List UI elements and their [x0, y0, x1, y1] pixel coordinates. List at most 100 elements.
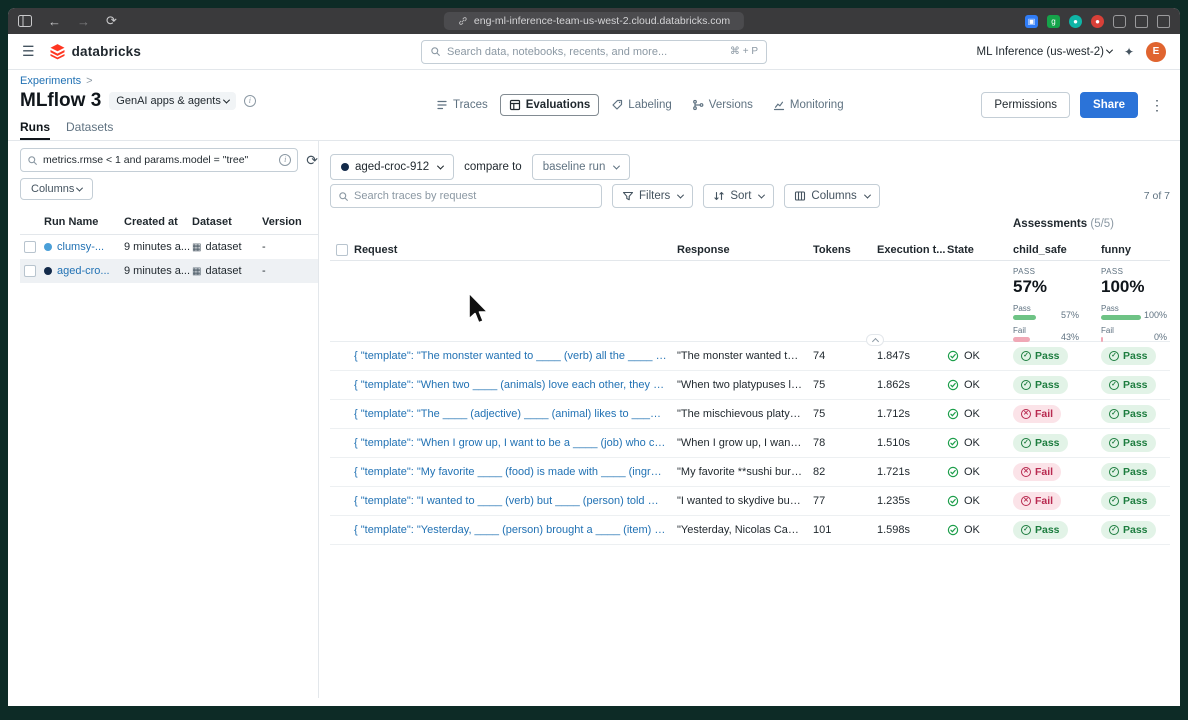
record-icon[interactable]: ●: [1091, 14, 1104, 28]
trace-controls-row: Filters Sort Columns 7 of 7: [330, 184, 1170, 208]
trace-row[interactable]: { "template": "Yesterday, ____ (person) …: [330, 516, 1170, 545]
runs-search-box[interactable]: i: [20, 148, 299, 172]
back-icon[interactable]: ←: [48, 14, 61, 29]
trace-request-link[interactable]: { "template": "I wanted to ____ (verb) b…: [354, 495, 677, 507]
kebab-menu-icon[interactable]: ⋮: [1148, 97, 1166, 114]
sort-button[interactable]: Sort: [703, 184, 775, 208]
run-dataset[interactable]: dataset: [205, 241, 241, 253]
tab-versions[interactable]: Versions: [684, 95, 761, 115]
baseline-run-selector[interactable]: baseline run: [531, 154, 631, 180]
ok-check-icon: [947, 379, 959, 391]
trace-row[interactable]: { "template": "The ____ (adjective) ____…: [330, 400, 1170, 429]
col-created-at[interactable]: Created at: [124, 216, 192, 228]
refresh-runs-icon[interactable]: ⟳: [306, 152, 318, 169]
trace-request-link[interactable]: { "template": "When two ____ (animals) l…: [354, 379, 677, 391]
trace-row[interactable]: { "template": "I wanted to ____ (verb) b…: [330, 487, 1170, 516]
breadcrumb-separator: >: [86, 75, 93, 87]
columns-button[interactable]: Columns: [784, 184, 880, 208]
trace-request-link[interactable]: { "template": "My favorite ____ (food) i…: [354, 466, 677, 478]
run-compare-row: aged-croc-912 compare to baseline run: [330, 154, 1170, 180]
badge-icon: ✓: [1021, 438, 1031, 448]
hamburger-menu-icon[interactable]: ☰: [22, 43, 35, 60]
panel-icon[interactable]: [1135, 14, 1148, 28]
col-funny[interactable]: funny: [1101, 244, 1170, 256]
breadcrumb[interactable]: Experiments >: [20, 75, 93, 87]
trace-request-link[interactable]: { "template": "Yesterday, ____ (person) …: [354, 524, 677, 536]
trace-request-link[interactable]: { "template": "The ____ (adjective) ____…: [354, 408, 677, 420]
trace-tokens: 82: [813, 466, 826, 478]
search-info-icon[interactable]: i: [279, 154, 292, 166]
breadcrumb-experiments-link[interactable]: Experiments: [20, 75, 81, 87]
trace-row[interactable]: { "template": "When I grow up, I want to…: [330, 429, 1170, 458]
runs-search-input[interactable]: [43, 154, 275, 166]
child-safe-badge: ✓ Pass: [1013, 434, 1068, 452]
runs-columns-button[interactable]: Columns: [20, 178, 94, 200]
trace-row[interactable]: { "template": "The monster wanted to ___…: [330, 342, 1170, 371]
run-dataset[interactable]: dataset: [205, 265, 241, 277]
extension-blue-icon[interactable]: ▣: [1025, 14, 1038, 28]
share-button[interactable]: Share: [1080, 92, 1138, 118]
trace-search-box[interactable]: [330, 184, 602, 208]
col-child-safe[interactable]: child_safe: [1013, 244, 1101, 256]
run-name-link[interactable]: clumsy-...: [57, 241, 104, 253]
assistant-sparkle-icon[interactable]: ✦: [1124, 45, 1134, 59]
global-search[interactable]: Search data, notebooks, recents, and mor…: [421, 39, 767, 64]
view-tabs: Traces Evaluations Labeling Versions Mon…: [428, 94, 852, 116]
badge-icon: ✓: [1109, 351, 1119, 361]
col-state[interactable]: State: [947, 244, 1013, 256]
trace-row[interactable]: { "template": "When two ____ (animals) l…: [330, 371, 1170, 400]
reload-icon[interactable]: ⟳: [106, 13, 117, 29]
avatar[interactable]: E: [1146, 41, 1166, 62]
run-version: -: [262, 241, 266, 253]
left-panel-tabs: Runs Datasets: [20, 120, 113, 140]
permissions-button[interactable]: Permissions: [981, 92, 1071, 118]
trace-response: "I wanted to skydive but my...: [677, 495, 813, 507]
trace-request-link[interactable]: { "template": "When I grow up, I want to…: [354, 437, 677, 449]
tab-labeling[interactable]: Labeling: [603, 95, 679, 115]
tab-traces[interactable]: Traces: [428, 95, 496, 115]
filters-button[interactable]: Filters: [612, 184, 694, 208]
funny-badge: ✓ Pass: [1101, 434, 1156, 452]
col-tokens[interactable]: Tokens: [813, 244, 877, 256]
run-dot: [44, 243, 52, 251]
child-safe-badge: ✕ Fail: [1013, 405, 1062, 423]
workspace-selector[interactable]: ML Inference (us-west-2): [977, 46, 1113, 58]
trace-response: "Yesterday, Nicolas Cage br...: [677, 524, 813, 536]
trace-tokens: 74: [813, 350, 826, 362]
tab-monitoring[interactable]: Monitoring: [765, 95, 852, 115]
extension-teal-icon[interactable]: ●: [1069, 14, 1082, 28]
run-name-link[interactable]: aged-cro...: [57, 265, 110, 277]
trace-state: OK: [964, 524, 980, 536]
databricks-brand[interactable]: databricks: [49, 43, 142, 60]
trace-request-link[interactable]: { "template": "The monster wanted to ___…: [354, 350, 677, 362]
trace-row[interactable]: { "template": "My favorite ____ (food) i…: [330, 458, 1170, 487]
col-run-name[interactable]: Run Name: [44, 216, 124, 228]
run-row[interactable]: clumsy-... 9 minutes a... ▦ dataset -: [20, 235, 318, 259]
tab-overview-icon[interactable]: [1157, 14, 1170, 28]
tab-evaluations[interactable]: Evaluations: [499, 94, 600, 116]
col-dataset[interactable]: Dataset: [192, 216, 262, 228]
new-tab-icon[interactable]: [1113, 14, 1126, 28]
address-bar[interactable]: eng-ml-inference-team-us-west-2.cloud.da…: [443, 12, 745, 30]
experiment-type-selector[interactable]: GenAI apps & agents: [109, 92, 236, 110]
browser-chrome: ← → ⟳ eng-ml-inference-team-us-west-2.cl…: [8, 8, 1180, 34]
run-selector[interactable]: aged-croc-912: [330, 154, 455, 180]
extension-green-icon[interactable]: g: [1047, 14, 1060, 28]
trace-response: "When two platypuses love ...: [677, 379, 813, 391]
col-execution[interactable]: Execution t...: [877, 244, 947, 256]
run-checkbox[interactable]: [24, 265, 36, 277]
tab-datasets[interactable]: Datasets: [66, 120, 113, 140]
col-version[interactable]: Version: [262, 216, 318, 228]
info-icon[interactable]: i: [243, 95, 256, 107]
tab-runs[interactable]: Runs: [20, 120, 50, 140]
col-response[interactable]: Response: [677, 244, 813, 256]
trace-search-input[interactable]: [354, 190, 594, 202]
run-row[interactable]: aged-cro... 9 minutes a... ▦ dataset -: [20, 259, 318, 283]
col-request[interactable]: Request: [354, 244, 677, 256]
forward-icon[interactable]: →: [77, 14, 90, 29]
run-created-at: 9 minutes a...: [124, 265, 191, 277]
sidebar-toggle-icon[interactable]: [18, 15, 32, 27]
run-checkbox[interactable]: [24, 241, 36, 253]
collapse-summary-chevron[interactable]: [866, 334, 884, 346]
select-all-checkbox[interactable]: [336, 243, 348, 256]
